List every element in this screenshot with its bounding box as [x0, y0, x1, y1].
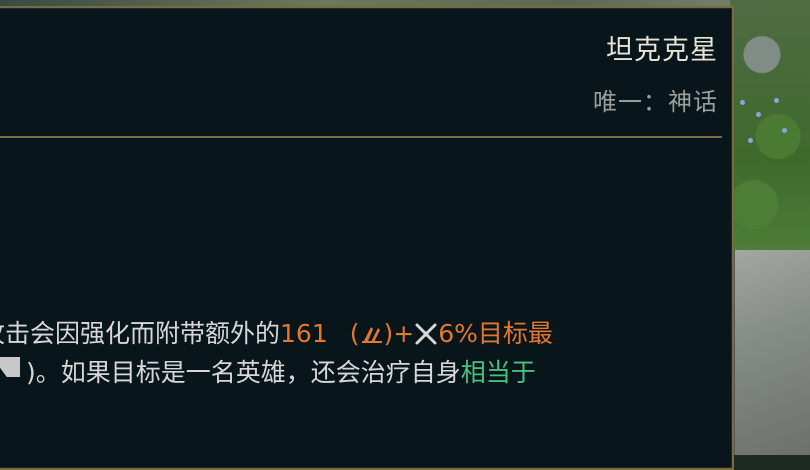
stat-icon	[0, 357, 20, 377]
description-suffix: 目标最	[477, 319, 553, 348]
paren-close: )。	[26, 358, 61, 387]
flower-decoration	[756, 112, 761, 117]
flower-decoration	[740, 100, 745, 105]
crossed-swords-icon	[415, 323, 437, 345]
heal-highlight: 相当于	[460, 358, 536, 387]
percent-value: 6%	[438, 319, 478, 348]
tooltip-divider	[0, 136, 722, 138]
paren-plus: )+	[383, 319, 415, 348]
description-prefix: 攻击会因强化而附带额外的	[0, 319, 281, 348]
description-text: 攻击会因强化而附带额外的161 ( )+ 6%目标最	[0, 314, 553, 350]
attack-damage-icon	[361, 327, 382, 343]
heal-condition-text: 如果目标是一名英雄，还会治疗自身	[60, 358, 461, 387]
flower-decoration	[774, 98, 779, 103]
bonus-damage-value: 161	[280, 319, 328, 348]
description-text-2: )。如果目标是一名英雄，还会治疗自身相当于	[26, 353, 536, 389]
item-tooltip: 坦克克星 唯一：神话 攻击会因强化而附带额外的161 ( )+ 6%目标最 )。如…	[0, 6, 734, 470]
game-background-stone	[733, 250, 810, 455]
paren-open: (	[349, 319, 360, 348]
item-rarity: 唯一：神话	[593, 88, 718, 116]
item-name: 坦克克星	[606, 35, 718, 66]
flower-decoration	[748, 138, 753, 143]
flower-decoration	[782, 128, 787, 133]
